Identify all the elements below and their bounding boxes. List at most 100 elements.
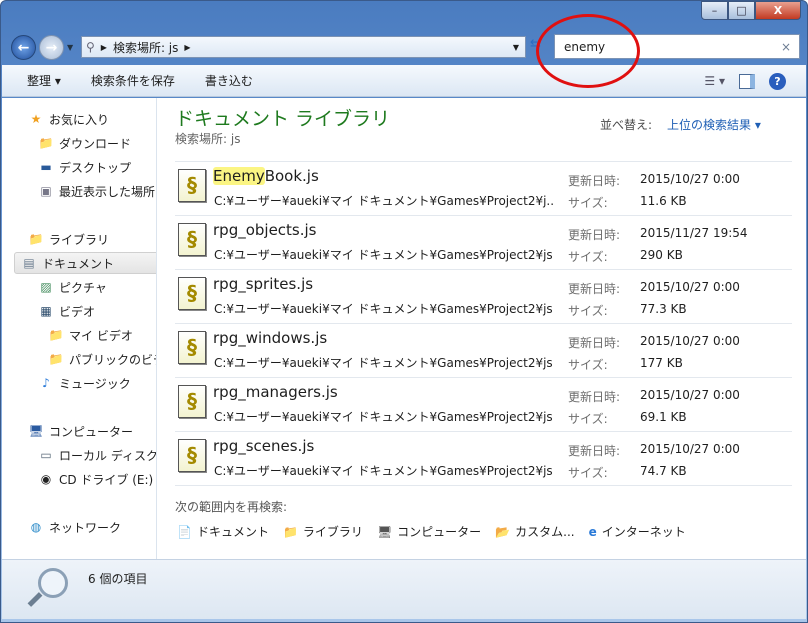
search-input[interactable]: enemy × [554,34,800,59]
result-row[interactable]: § rpg_objects.js C:¥ユーザー¥aueki¥マイ ドキュメント… [175,216,792,270]
sidebar-item[interactable]: 📁 パブリックのビデオ [48,348,156,370]
size-label: サイズ: [568,196,608,210]
document-icon: ▤ [23,256,35,270]
help-icon[interactable]: ? [769,72,786,90]
file-name[interactable]: rpg_managers.js [213,383,338,401]
modified-value: 2015/10/27 0:00 [640,334,740,348]
sidebar-item-label: 最近表示した場所 [59,184,156,199]
size-value: 69.1 KB [640,410,687,424]
result-row[interactable]: § EnemyBook.js C:¥ユーザー¥aueki¥マイ ドキュメント¥G… [175,162,792,216]
picture-icon: ▨ [40,280,52,294]
sidebar-item[interactable]: 🖥 コンピューター [28,420,156,442]
size-label: サイズ: [568,358,608,372]
modified-label: 更新日時: [568,444,621,458]
sidebar-item[interactable]: ◍ ネットワーク [28,516,156,538]
sidebar-item[interactable]: 📁 ライブラリ [28,228,156,250]
search-again-label: 次の範囲内を再検索: [175,500,288,514]
organize-button[interactable]: 整理 ▾ [27,72,61,89]
file-name[interactable]: rpg_objects.js [213,221,317,239]
size-label: サイズ: [568,412,608,426]
search-again-label: ドキュメント [196,525,269,539]
sidebar-item[interactable]: 📁 ダウンロード [38,132,156,154]
sidebar-item-label: パブリックのビデオ [69,352,156,367]
search-query[interactable]: enemy [564,40,605,54]
match-highlight: Enemy [213,167,265,185]
preview-pane-icon[interactable] [739,73,755,89]
clear-search-icon[interactable]: × [781,40,791,54]
address-bar[interactable]: ⚲ ▶ 検索場所: js ▶ ▼ [81,36,526,58]
search-again-library[interactable]: 📁 ライブラリ [283,523,363,540]
size-value: 74.7 KB [640,464,687,478]
result-row[interactable]: § rpg_managers.js C:¥ユーザー¥aueki¥マイ ドキュメン… [175,378,792,432]
library-icon: 📁 [282,524,298,539]
sidebar-item-label: ピクチャ [59,280,107,295]
size-label: サイズ: [568,250,608,264]
save-search-button[interactable]: 検索条件を保存 [91,72,175,89]
size-value: 11.6 KB [640,194,687,208]
sidebar-item-label: ダウンロード [59,136,132,151]
back-button[interactable]: ← [11,35,36,60]
sidebar-item-label: お気に入り [49,112,110,127]
modified-label: 更新日時: [568,336,621,350]
sidebar-item[interactable]: 📁 マイ ビデオ [48,324,156,346]
sidebar-item-label: ライブラリ [49,232,110,247]
sidebar-item[interactable]: ▦ ビデオ [38,300,156,322]
sidebar-item[interactable]: ▬ デスクトップ [38,156,156,178]
close-button[interactable]: X [755,1,801,20]
file-path: C:¥ユーザー¥aueki¥マイ ドキュメント¥Games¥Project2¥j… [214,410,553,424]
custom-icon: 📂 [495,524,511,539]
size-value: 77.3 KB [640,302,687,316]
size-value: 290 KB [640,248,683,262]
modified-label: 更新日時: [568,282,621,296]
sidebar-item[interactable]: ♪ ミュージック [38,372,156,394]
result-row[interactable]: § rpg_sprites.js C:¥ユーザー¥aueki¥マイ ドキュメント… [175,270,792,324]
sidebar-item[interactable]: ▨ ピクチャ [38,276,156,298]
item-count: 6 個の項目 [88,572,148,586]
document-icon: 📄 [177,524,192,539]
internet-explorer-icon: e [588,524,597,539]
size-label: サイズ: [568,304,608,318]
maximize-button[interactable]: □ [728,1,755,20]
breadcrumb-search-location[interactable]: 検索場所: js [113,39,178,56]
modified-value: 2015/10/27 0:00 [640,280,740,294]
result-row[interactable]: § rpg_scenes.js C:¥ユーザー¥aueki¥マイ ドキュメント¥… [175,432,792,486]
address-dropdown-icon[interactable]: ▼ [513,43,519,52]
sidebar-item-label: ネットワーク [49,520,122,535]
file-path: C:¥ユーザー¥aueki¥マイ ドキュメント¥Games¥Project2¥j… [214,194,554,208]
file-name[interactable]: rpg_windows.js [213,329,327,347]
recent-pages-dropdown[interactable]: ▼ [67,43,73,52]
breadcrumb-arrow-icon[interactable]: ▶ [184,43,190,52]
minimize-button[interactable]: – [701,1,728,20]
search-again-custom[interactable]: 📂 カスタム... [495,523,574,540]
file-name[interactable]: rpg_scenes.js [213,437,314,455]
sidebar-item[interactable]: ★ お気に入り [28,108,156,130]
modified-label: 更新日時: [568,174,621,188]
sidebar-item[interactable]: ▤ ドキュメント [14,252,156,274]
result-row[interactable]: § rpg_windows.js C:¥ユーザー¥aueki¥マイ ドキュメント… [175,324,792,378]
forward-button[interactable]: → [39,35,64,60]
refresh-icon[interactable]: ⇆ [530,37,541,52]
status-bar: 6 個の項目 [2,559,806,619]
search-again-internet-explorer[interactable]: e インターネット [589,523,686,540]
search-again-computer[interactable]: 🖥 コンピューター [377,523,481,540]
js-file-icon: § [178,277,206,310]
sidebar-item[interactable]: ▭ ローカル ディスク [38,444,156,466]
file-name[interactable]: rpg_sprites.js [213,275,313,293]
burn-button[interactable]: 書き込む [205,72,253,89]
search-location: 検索場所: js [175,132,241,146]
sort-dropdown[interactable]: 上位の検索結果 ▾ [667,116,761,133]
search-results: ドキュメント ライブラリ 検索場所: js 並べ替え: 上位の検索結果 ▾ § … [158,98,806,559]
search-again-document[interactable]: 📄 ドキュメント [177,523,269,540]
magnifier-icon [38,568,68,598]
search-again-options: 📄 ドキュメント 📁 ライブラリ 🖥 コンピューター 📂 カスタム... e インターネット [177,523,686,540]
explorer-window: – □ X ← → ▼ ⚲ ▶ 検索場所: js ▶ ▼ ⇆ enemy × 整… [0,0,808,623]
modified-label: 更新日時: [568,228,621,242]
sidebar-item[interactable]: ▣ 最近表示した場所 [38,180,156,202]
network-icon: ◍ [30,520,42,534]
sidebar-item[interactable]: ◉ CD ドライブ (E:) [38,468,156,490]
breadcrumb-arrow-icon[interactable]: ▶ [101,43,107,52]
file-name[interactable]: EnemyBook.js [213,167,319,185]
sidebar-item-label: ビデオ [59,304,96,319]
modified-value: 2015/10/27 0:00 [640,172,740,186]
view-options-icon[interactable]: ☰ ▾ [704,74,725,88]
